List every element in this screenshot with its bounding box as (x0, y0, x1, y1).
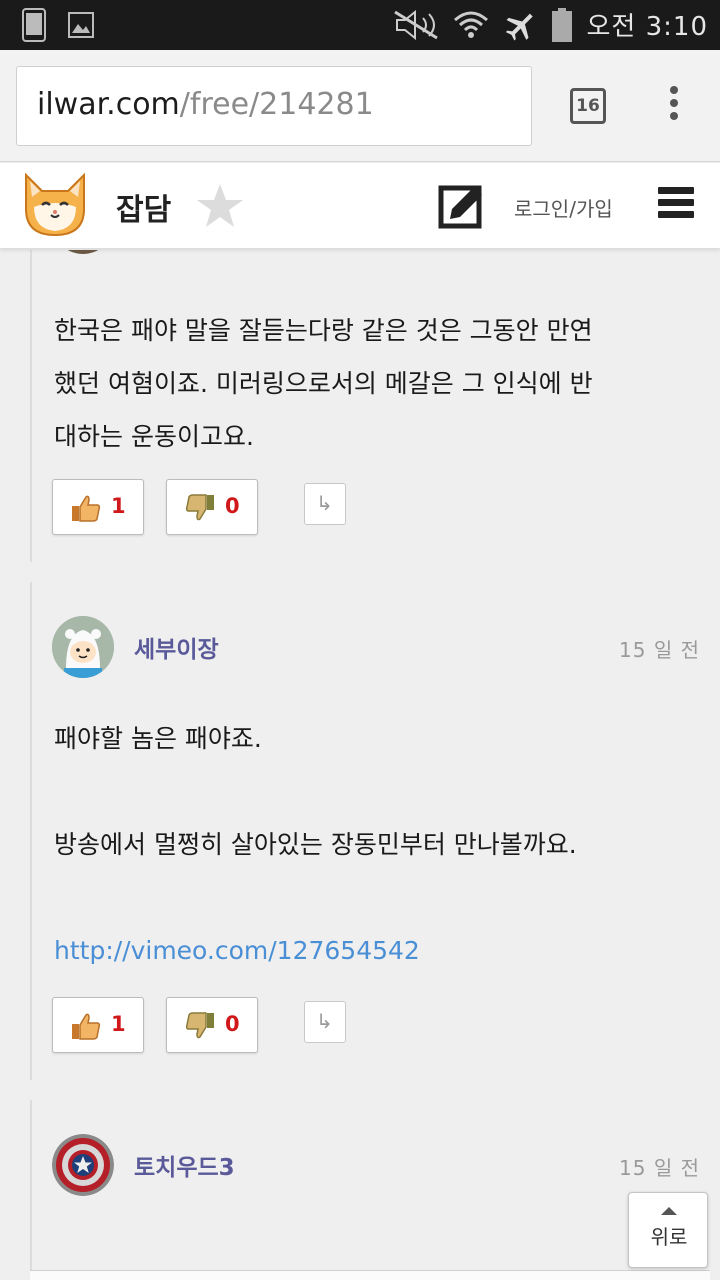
comment-item: 세부이장 15 일 전 패야할 놈은 패야죠. 방송에서 멀쩡히 살아있는 장동… (30, 582, 720, 1080)
comment-line: 대하는 운동이고요. (54, 422, 254, 451)
vimeo-link[interactable]: http://vimeo.com/127654542 (54, 936, 420, 965)
comment-line: 했던 여혐이죠. 미러링으로서의 메갈은 그 인식에 반 (54, 369, 593, 398)
favorite-star-icon[interactable] (194, 181, 246, 233)
wifi-icon (453, 11, 488, 38)
avatar[interactable] (52, 1134, 114, 1196)
upvote-count: 1 (111, 1012, 126, 1036)
url-host: ilwar.com (37, 87, 180, 122)
url-bar[interactable]: ilwar.com/free/214281 (16, 66, 532, 146)
comment-line: 방송에서 멀쩡히 살아있는 장동민부터 만나볼까요. (54, 830, 577, 859)
board-title: 잡담 (116, 193, 172, 228)
site-header: 잡담 로그인/가입 (0, 163, 720, 249)
clock: 오전 3:10 (586, 12, 708, 42)
comment-line: 패야할 놈은 패야죠. (54, 724, 262, 753)
browser-toolbar: ilwar.com/free/214281 16 (0, 50, 720, 162)
thumbs-down-icon (185, 1012, 214, 1039)
phone-icon (22, 8, 46, 42)
scroll-to-top-button[interactable]: 위로 (628, 1192, 708, 1268)
finn-avatar-icon (52, 616, 114, 678)
hamburger-menu-icon[interactable] (658, 187, 694, 223)
comment-link-line: http://vimeo.com/127654542 (54, 924, 694, 977)
downvote-count: 0 (225, 494, 240, 518)
battery-icon (551, 7, 572, 42)
cat-logo-icon[interactable] (18, 169, 92, 239)
comment-line (54, 765, 694, 818)
comment-item: 토치우드3 15 일 전 (30, 1100, 720, 1280)
downvote-button[interactable]: 0 (166, 479, 258, 535)
reply-icon: ↳ (316, 491, 333, 515)
comment-date: 15 일 전 (619, 638, 700, 662)
upvote-button[interactable]: 1 (52, 479, 144, 535)
comment-text: 패야할 놈은 패야죠. 방송에서 멀쩡히 살아있는 장동민부터 만나볼까요. h… (54, 712, 694, 977)
comment-date: 15 일 전 (619, 1156, 700, 1180)
comment-line: 한국은 패야 말을 잘듣는다랑 같은 것은 그동안 만연 (54, 316, 593, 345)
scroll-to-top-label: 위로 (650, 1225, 688, 1249)
comment-list: 한국은 패야 말을 잘듣는다랑 같은 것은 그동안 만연 했던 여혐이죠. 미러… (0, 250, 720, 1280)
url-path: /free/214281 (179, 87, 374, 122)
avatar[interactable] (52, 250, 114, 254)
reply-button[interactable]: ↳ (304, 1001, 346, 1043)
captain-shield-avatar-icon (52, 1134, 114, 1196)
image-icon (68, 12, 94, 38)
airplane-icon (505, 13, 533, 41)
status-bar: 오전 3:10 (0, 0, 720, 50)
write-icon[interactable] (438, 183, 484, 229)
next-content-peek (30, 1270, 710, 1280)
url-text[interactable]: ilwar.com/free/214281 (37, 87, 374, 122)
reply-icon: ↳ (316, 1009, 333, 1033)
comment-text: 한국은 패야 말을 잘듣는다랑 같은 것은 그동안 만연 했던 여혐이죠. 미러… (54, 304, 694, 463)
tab-switcher-button[interactable]: 16 (570, 88, 606, 124)
upvote-count: 1 (111, 494, 126, 518)
downvote-count: 0 (225, 1012, 240, 1036)
upvote-button[interactable]: 1 (52, 997, 144, 1053)
login-signup-link[interactable]: 로그인/가입 (514, 193, 613, 222)
browser-menu-icon[interactable] (664, 86, 684, 126)
comment-item: 한국은 패야 말을 잘듣는다랑 같은 것은 그동안 만연 했던 여혐이죠. 미러… (30, 250, 720, 562)
arrow-up-icon (661, 1207, 677, 1215)
comment-line (54, 871, 694, 924)
avatar[interactable] (52, 616, 114, 678)
thumbs-up-icon (72, 1013, 101, 1040)
thumbs-down-icon (185, 494, 214, 521)
comment-author[interactable]: 세부이장 (134, 630, 219, 664)
downvote-button[interactable]: 0 (166, 997, 258, 1053)
thumbs-up-icon (72, 495, 101, 522)
reply-button[interactable]: ↳ (304, 483, 346, 525)
mute-icon (393, 9, 438, 40)
comment-author[interactable]: 토치우드3 (134, 1148, 235, 1182)
